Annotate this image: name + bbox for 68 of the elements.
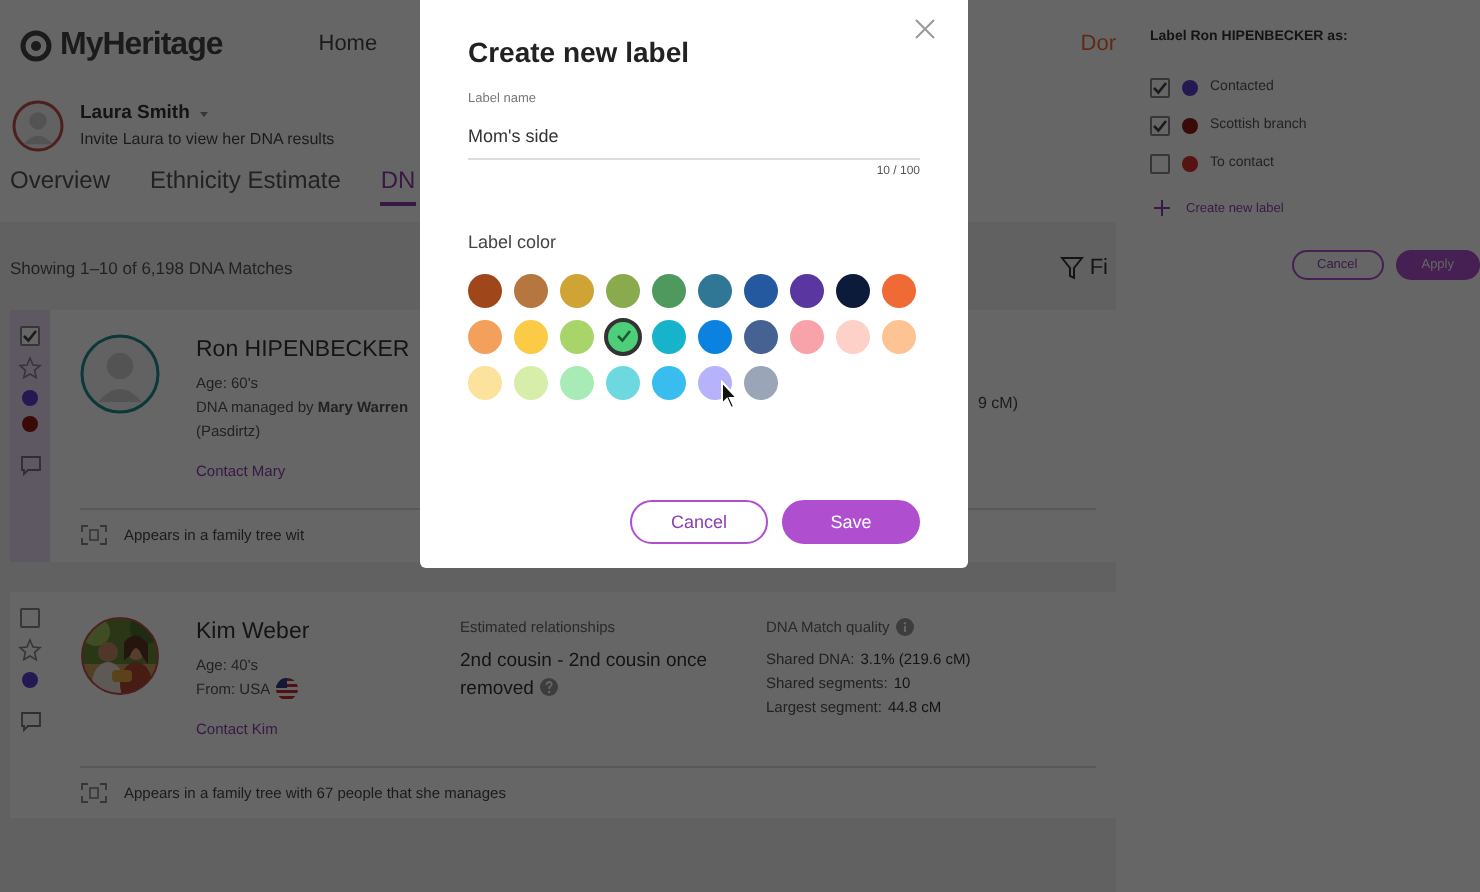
color-swatch[interactable] [744,365,778,400]
nav-link[interactable]: Home [318,28,378,62]
tab[interactable]: Ethnicity Estimate [150,166,341,206]
checkbox[interactable] [1150,78,1170,98]
shared-dna-value: 9 cM) [976,392,1018,416]
avatar-icon [12,100,64,152]
filter-button[interactable]: Fi [1059,251,1108,285]
color-heading: Label color [468,230,559,257]
color-swatch[interactable] [744,273,778,308]
check-icon [613,326,633,347]
color-swatch[interactable] [744,319,778,354]
cursor-icon [720,380,740,410]
color-swatch[interactable] [606,319,640,354]
save-button[interactable]: Save [782,499,920,544]
logo[interactable]: MyHeritage [60,21,223,69]
color-swatch[interactable] [882,319,916,354]
label-name-field[interactable]: Mom's side [468,119,920,161]
plus-icon [1154,200,1170,217]
info-icon [895,617,914,636]
checkbox[interactable] [1150,154,1170,174]
star-icon [18,356,42,380]
color-swatch[interactable] [698,319,732,354]
check-icon [20,326,40,346]
relationship-text: 2nd cousin - 2nd cousin once removed [460,647,710,704]
color-swatch[interactable] [514,365,548,400]
cancel-button[interactable]: Cancel [630,499,768,544]
color-swatch[interactable] [468,319,502,354]
color-swatch[interactable] [652,319,686,354]
color-swatch[interactable] [560,273,594,308]
color-swatch[interactable] [560,365,594,400]
help-icon [539,677,558,696]
tab[interactable]: DN [380,166,416,206]
color-swatch[interactable] [836,273,870,308]
color-swatch[interactable] [606,365,640,400]
color-swatch[interactable] [468,273,502,308]
color-swatch[interactable] [790,319,824,354]
checkbox[interactable] [1150,116,1170,136]
color-swatch[interactable] [514,319,548,354]
color-swatch[interactable] [882,273,916,308]
chat-icon [19,709,41,731]
checkbox[interactable] [20,607,40,627]
filter-icon [1059,256,1084,280]
star-icon [18,637,42,661]
color-swatch[interactable] [790,273,824,308]
tree-icon [80,524,108,547]
logo-icon [20,29,52,61]
close-button[interactable] [914,18,936,40]
results-count: Showing 1–10 of 6,198 DNA Matches [10,255,293,281]
color-swatch[interactable] [698,273,732,308]
profile-name[interactable]: Laura Smith [80,99,190,129]
chat-icon [19,454,41,476]
dialog-title: Create new label [468,36,691,70]
nav-link[interactable]: Dor [1080,28,1116,62]
tree-icon [80,781,108,804]
color-swatch[interactable] [606,273,640,308]
color-swatch[interactable] [560,319,594,354]
match-name[interactable]: Ron HIPENBECKER [196,334,410,369]
color-swatch[interactable] [514,273,548,308]
color-swatch[interactable] [468,365,502,400]
color-swatch[interactable] [652,365,686,400]
color-swatch[interactable] [652,273,686,308]
tab[interactable]: Overview [10,166,111,206]
caret-icon [197,110,210,118]
invite-link[interactable]: Invite Laura to view her DNA results [80,128,335,153]
color-swatch[interactable] [836,319,870,354]
match-name[interactable]: Kim Weber [196,615,310,650]
avatar-icon [80,334,160,414]
checkbox[interactable] [20,326,40,346]
